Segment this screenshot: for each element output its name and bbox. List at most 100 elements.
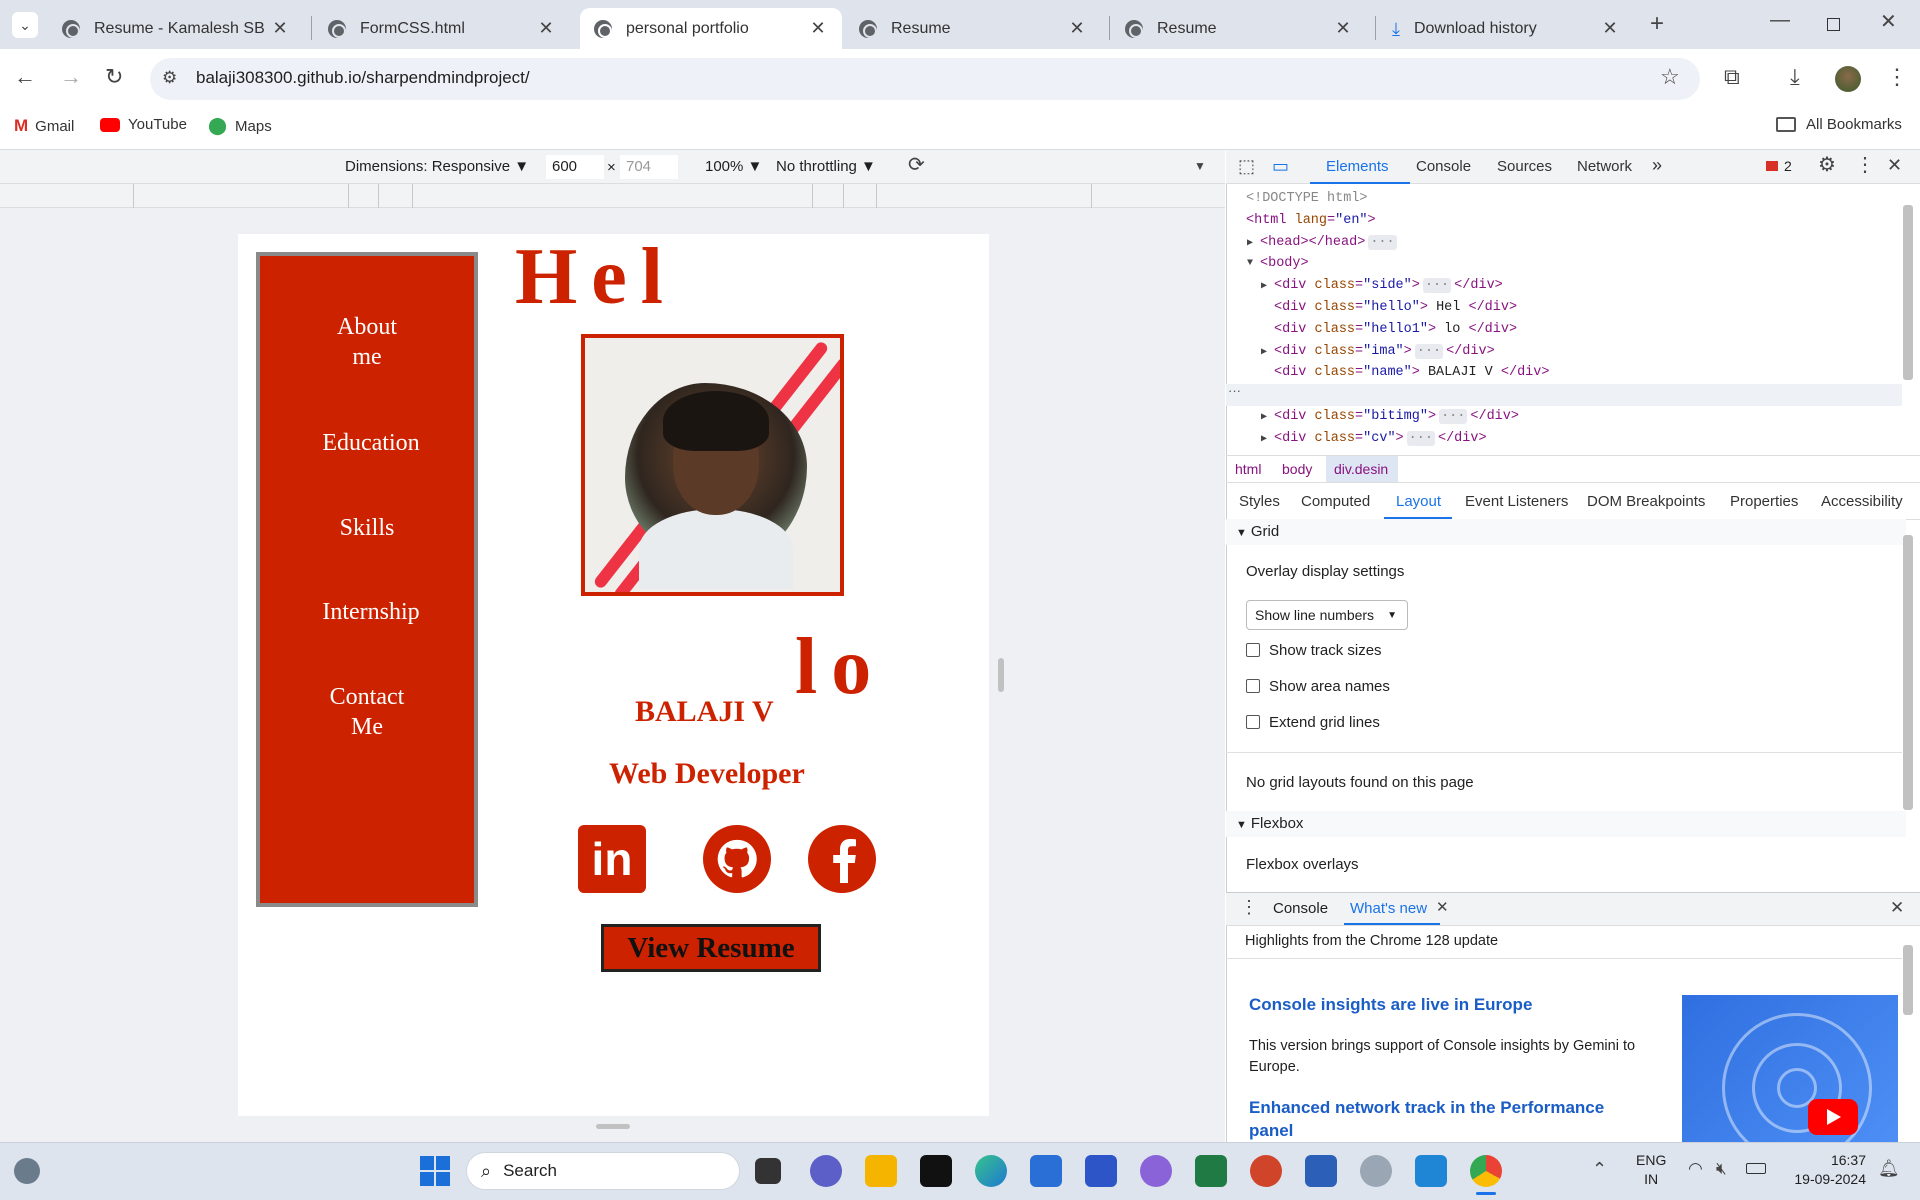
tab-resume-kamalesh[interactable]: Resume - Kamalesh SB ✕ [48, 8, 304, 49]
dom-node-line[interactable]: ▶ <div class="side"> ··· </div> [1261, 278, 1503, 294]
nav-contact-me[interactable]: Contact Me [260, 682, 474, 742]
devtools-close-icon[interactable]: ✕ [1887, 156, 1902, 174]
downloads-icon[interactable]: ⤓ [1790, 66, 1800, 88]
app-icon[interactable] [1085, 1155, 1117, 1187]
breadcrumb-div-desin[interactable]: div.desin [1334, 461, 1388, 477]
height-input[interactable]: 704 [620, 155, 678, 179]
new-tab-icon[interactable]: + [1650, 12, 1664, 36]
devtools-tab-sources[interactable]: Sources [1497, 158, 1552, 175]
settings-app-icon[interactable] [1360, 1155, 1392, 1187]
bookmark-youtube[interactable]: YouTube [100, 116, 187, 133]
devtools-menu-icon[interactable]: ⋮ [1855, 155, 1875, 175]
copilot-icon[interactable] [1140, 1155, 1172, 1187]
nav-education[interactable]: Education [264, 428, 478, 458]
forward-icon[interactable]: → [60, 66, 82, 88]
close-icon[interactable]: ✕ [536, 18, 556, 39]
collapsed-arrow-icon[interactable]: ▶ [1247, 237, 1253, 249]
collapsed-arrow-icon[interactable]: ▶ [1261, 346, 1267, 358]
nav-internship[interactable]: Internship [264, 597, 478, 627]
show-area-names-checkbox[interactable] [1246, 679, 1260, 693]
word-icon[interactable] [1305, 1155, 1337, 1187]
view-resume-button[interactable]: View Resume [601, 924, 821, 972]
back-icon[interactable]: ← [14, 66, 36, 88]
clock[interactable]: 16:37 19-09-2024 [1786, 1151, 1866, 1189]
close-icon[interactable]: ✕ [1333, 18, 1353, 39]
battery-icon[interactable] [1746, 1163, 1766, 1174]
rotate-icon[interactable]: ⟳ [908, 155, 925, 175]
dom-node-line[interactable]: ▶ <div class="cv"> ··· </div> [1261, 430, 1487, 446]
show-track-sizes-checkbox[interactable] [1246, 643, 1260, 657]
close-icon[interactable]: ✕ [270, 18, 290, 39]
subtab-accessibility[interactable]: Accessibility [1821, 493, 1903, 510]
dom-node-line[interactable]: ▼ <body> [1247, 256, 1309, 271]
close-drawer-icon[interactable]: ✕ [1890, 899, 1904, 916]
extensions-icon[interactable]: ⧉ [1724, 66, 1740, 88]
dom-node-line[interactable]: ▶ <head></head> ··· [1247, 234, 1400, 250]
collapsed-arrow-icon[interactable]: ▶ [1261, 433, 1267, 445]
subtab-dom-breakpoints[interactable]: DOM Breakpoints [1587, 493, 1705, 510]
whats-new-video-thumbnail[interactable] [1682, 995, 1898, 1142]
dom-node-line[interactable]: <div class="hello1"> lo </div> [1274, 322, 1517, 337]
dom-scrollbar[interactable] [1903, 205, 1913, 380]
close-whats-new-icon[interactable]: ✕ [1436, 900, 1449, 915]
close-icon[interactable]: ✕ [808, 18, 828, 39]
tab-resume[interactable]: Resume ✕ [845, 8, 1101, 49]
tab-resume-2[interactable]: Resume ✕ [1111, 8, 1367, 49]
notification-bell-icon[interactable]: 🔔︎ [1878, 1160, 1900, 1177]
collapsed-arrow-icon[interactable]: ▶ [1261, 411, 1267, 423]
chevron-up-icon[interactable]: ⌃ [1592, 1160, 1607, 1178]
throttle-select[interactable]: No throttling ▼ [776, 158, 876, 175]
teams-icon[interactable] [810, 1155, 842, 1187]
settings-gear-icon[interactable]: ⚙ [1818, 155, 1836, 175]
taskbar-search[interactable]: ⌕ Search [466, 1152, 740, 1190]
url-text[interactable]: balaji308300.github.io/sharpendmindproje… [196, 68, 530, 88]
bookmark-gmail[interactable]: M Gmail [14, 116, 74, 136]
expanded-arrow-icon[interactable]: ▼ [1247, 258, 1253, 269]
extend-grid-lines-checkbox[interactable] [1246, 715, 1260, 729]
store-icon[interactable] [1030, 1155, 1062, 1187]
volume-muted-icon[interactable]: 🔇︎ [1716, 1160, 1727, 1177]
collapsed-arrow-icon[interactable]: ▶ [1261, 280, 1267, 292]
vscode-icon[interactable] [1415, 1155, 1447, 1187]
devtools-tab-network[interactable]: Network [1577, 158, 1632, 175]
dom-node-line[interactable]: <html lang="en"> [1246, 213, 1376, 228]
zoom-select[interactable]: 100% ▼ [705, 158, 762, 175]
bookmark-maps[interactable]: ⬤ Maps [208, 116, 272, 136]
dimensions-select[interactable]: Dimensions: Responsive ▼ [345, 158, 529, 175]
intellij-icon[interactable] [920, 1155, 952, 1187]
chrome-icon[interactable] [1470, 1155, 1502, 1187]
profile-avatar[interactable] [1835, 66, 1861, 92]
more-tabs-icon[interactable]: » [1652, 155, 1662, 176]
layout-scrollbar[interactable] [1903, 535, 1913, 810]
subtab-styles[interactable]: Styles [1239, 493, 1280, 510]
headline-console-insights[interactable]: Console insights are live in Europe [1249, 995, 1532, 1015]
nav-skills[interactable]: Skills [260, 513, 474, 543]
windows-start-icon[interactable] [420, 1156, 450, 1186]
tab-search-icon[interactable]: ⌄ [12, 12, 38, 38]
node-actions-icon[interactable]: ··· [1228, 383, 1241, 398]
width-input[interactable]: 600 [546, 155, 604, 179]
breadcrumb-html[interactable]: html [1235, 461, 1261, 477]
subtab-event-listeners[interactable]: Event Listeners [1465, 493, 1568, 510]
dom-node-line[interactable]: <!DOCTYPE html> [1246, 191, 1368, 206]
close-icon[interactable]: ✕ [1067, 18, 1087, 39]
drawer-tab-whats-new[interactable]: What's new [1350, 900, 1427, 917]
tab-formcss[interactable]: FormCSS.html ✕ [314, 8, 570, 49]
device-toggle-icon[interactable]: ▭ [1272, 157, 1289, 175]
window-close-icon[interactable]: ✕ [1880, 12, 1897, 32]
drawer-scrollbar[interactable] [1903, 945, 1913, 1015]
breadcrumb-body[interactable]: body [1282, 461, 1312, 477]
reload-icon[interactable]: ↻ [105, 66, 123, 88]
language-indicator[interactable]: ENG IN [1636, 1151, 1666, 1189]
dom-node-line[interactable]: ▶ <div class="ima"> ··· </div> [1261, 343, 1495, 359]
viewport-resize-handle[interactable] [998, 658, 1004, 692]
drawer-tab-console[interactable]: Console [1273, 900, 1328, 917]
dom-node-line[interactable]: <div class="name"> BALAJI V </div> [1274, 365, 1549, 380]
linkedin-icon[interactable]: in [578, 825, 646, 893]
bookmark-star-icon[interactable]: ☆ [1660, 66, 1680, 88]
devtools-tab-console[interactable]: Console [1416, 158, 1471, 175]
subtab-computed[interactable]: Computed [1301, 493, 1370, 510]
viewport-bottom-handle[interactable] [596, 1124, 630, 1129]
device-options-icon[interactable]: ▼ [1194, 160, 1206, 172]
minimize-icon[interactable]: — [1770, 10, 1790, 30]
